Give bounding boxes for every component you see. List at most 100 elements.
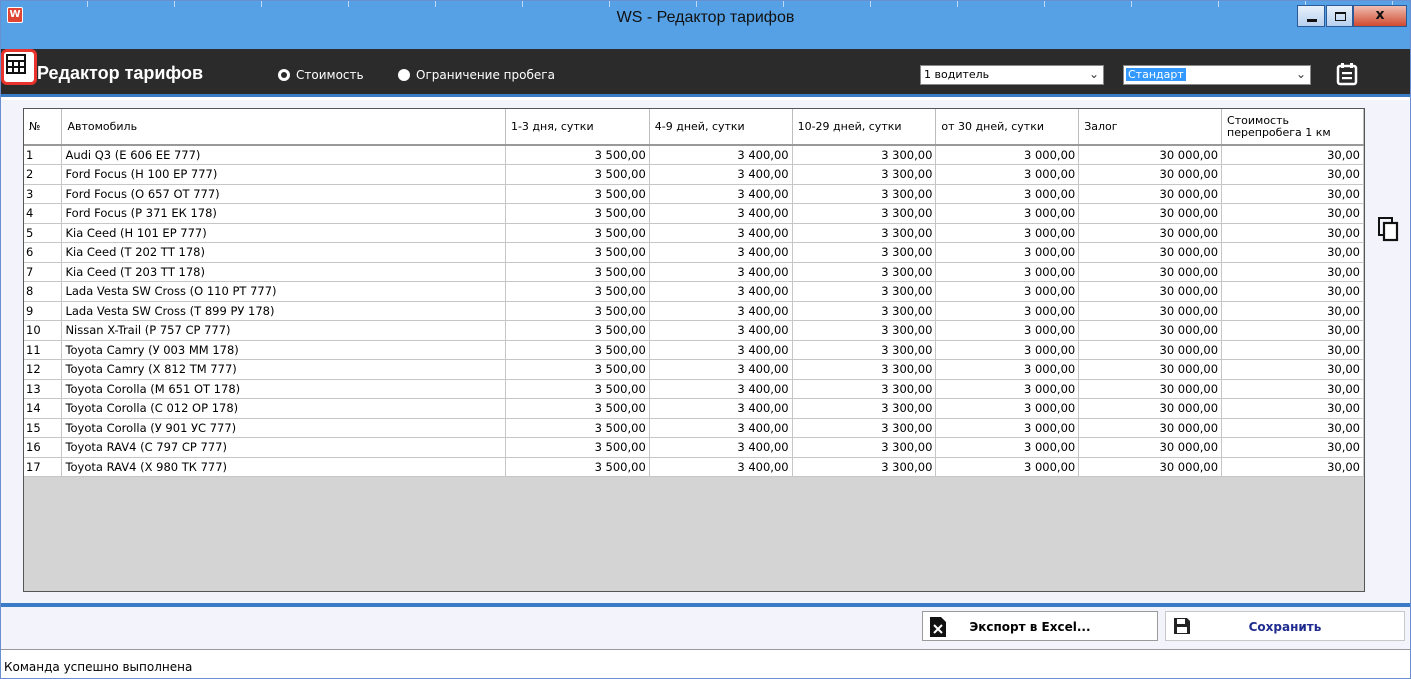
car-name-cell[interactable]: Nissan X-Trail (Р 757 СР 777): [61, 320, 506, 341]
table-row[interactable]: 16 Toyota RAV4 (С 797 СР 777) 3 500,00 3 40…: [24, 437, 1364, 458]
price-cell[interactable]: 3 300,00: [791, 164, 937, 185]
price-cell[interactable]: 3 400,00: [648, 359, 793, 380]
price-cell[interactable]: 3 000,00: [935, 359, 1080, 380]
price-cell[interactable]: 3 400,00: [648, 418, 793, 438]
price-cell[interactable]: 30,00: [1221, 301, 1364, 321]
price-cell[interactable]: 3 500,00: [504, 457, 650, 477]
table-row[interactable]: 2 Ford Focus (Н 100 ЕР 777) 3 500,00 3 400,…: [24, 164, 1364, 185]
column-header[interactable]: Автомобиль: [61, 109, 506, 146]
price-cell[interactable]: 3 300,00: [791, 457, 937, 477]
price-cell[interactable]: 30 000,00: [1078, 242, 1223, 263]
car-name-cell[interactable]: Ford Focus (Р 371 ЕК 178): [61, 203, 506, 224]
table-row[interactable]: 14 Toyota Corolla (С 012 ОР 178) 3 500,00 3…: [24, 398, 1364, 419]
price-cell[interactable]: 3 300,00: [791, 223, 937, 243]
table-row[interactable]: 7 Kia Ceed (Т 203 ТТ 178) 3 500,00 3 400,00…: [24, 262, 1364, 282]
price-cell[interactable]: 3 500,00: [504, 203, 650, 224]
price-cell[interactable]: 30,00: [1221, 418, 1364, 438]
copy-button[interactable]: [1377, 216, 1399, 242]
price-cell[interactable]: 3 400,00: [648, 379, 793, 399]
price-cell[interactable]: 3 400,00: [648, 340, 793, 360]
price-cell[interactable]: 3 400,00: [648, 184, 793, 204]
price-cell[interactable]: 3 000,00: [935, 457, 1080, 477]
price-cell[interactable]: 3 400,00: [648, 262, 793, 282]
price-cell[interactable]: 3 000,00: [935, 301, 1080, 321]
table-row[interactable]: 11 Toyota Camry (У 003 ММ 178) 3 500,00 3 4…: [24, 340, 1364, 360]
price-cell[interactable]: 30 000,00: [1078, 203, 1223, 224]
title-bar[interactable]: W WS - Редактор тарифов x: [1, 1, 1410, 49]
row-number-cell[interactable]: 13: [24, 379, 63, 399]
row-number-cell[interactable]: 15: [24, 418, 63, 438]
car-name-cell[interactable]: Toyota Camry (У 003 ММ 178): [61, 340, 506, 360]
price-cell[interactable]: 30,00: [1221, 457, 1364, 477]
price-cell[interactable]: 30 000,00: [1078, 340, 1223, 360]
price-cell[interactable]: 3 300,00: [791, 379, 937, 399]
price-cell[interactable]: 3 300,00: [791, 418, 937, 438]
price-cell[interactable]: 3 000,00: [935, 418, 1080, 438]
price-cell[interactable]: 3 500,00: [504, 359, 650, 380]
price-cell[interactable]: 30 000,00: [1078, 223, 1223, 243]
table-row[interactable]: 10 Nissan X-Trail (Р 757 СР 777) 3 500,00 3…: [24, 320, 1364, 341]
row-number-cell[interactable]: 5: [24, 223, 63, 243]
price-cell[interactable]: 3 000,00: [935, 379, 1080, 399]
price-cell[interactable]: 30 000,00: [1078, 301, 1223, 321]
price-cell[interactable]: 30,00: [1221, 320, 1364, 341]
price-cell[interactable]: 3 000,00: [935, 145, 1080, 165]
price-cell[interactable]: 3 500,00: [504, 340, 650, 360]
price-cell[interactable]: 30,00: [1221, 340, 1364, 360]
car-name-cell[interactable]: Toyota RAV4 (С 797 СР 777): [61, 437, 506, 458]
price-cell[interactable]: 3 000,00: [935, 281, 1080, 302]
price-cell[interactable]: 30,00: [1221, 164, 1364, 185]
price-cell[interactable]: 30 000,00: [1078, 379, 1223, 399]
column-header[interactable]: Залог: [1078, 109, 1223, 146]
price-cell[interactable]: 3 300,00: [791, 437, 937, 458]
table-row[interactable]: 8 Lada Vesta SW Cross (О 110 РТ 777) 3 500…: [24, 281, 1364, 302]
price-cell[interactable]: 30,00: [1221, 203, 1364, 224]
tariff-plan-select[interactable]: Стандарт ⌄: [1123, 65, 1311, 85]
price-cell[interactable]: 3 000,00: [935, 242, 1080, 263]
table-view-button[interactable]: [1, 49, 37, 85]
radio-cost-indicator[interactable]: [278, 69, 290, 81]
price-cell[interactable]: 30 000,00: [1078, 457, 1223, 477]
price-cell[interactable]: 3 300,00: [791, 242, 937, 263]
price-cell[interactable]: 3 500,00: [504, 145, 650, 165]
car-name-cell[interactable]: Toyota Camry (Х 812 ТМ 777): [61, 359, 506, 380]
row-number-cell[interactable]: 7: [24, 262, 63, 282]
price-cell[interactable]: 30,00: [1221, 437, 1364, 458]
price-cell[interactable]: 3 500,00: [504, 398, 650, 419]
price-cell[interactable]: 3 300,00: [791, 359, 937, 380]
column-header[interactable]: №: [24, 109, 63, 146]
price-cell[interactable]: 3 300,00: [791, 320, 937, 341]
row-number-cell[interactable]: 9: [24, 301, 63, 321]
table-row[interactable]: 13 Toyota Corolla (М 651 ОТ 178) 3 500,00 3…: [24, 379, 1364, 399]
price-cell[interactable]: 3 400,00: [648, 457, 793, 477]
price-cell[interactable]: 3 500,00: [504, 184, 650, 204]
row-number-cell[interactable]: 8: [24, 281, 63, 302]
price-cell[interactable]: 3 500,00: [504, 262, 650, 282]
price-cell[interactable]: 30,00: [1221, 242, 1364, 263]
price-cell[interactable]: 3 400,00: [648, 223, 793, 243]
price-cell[interactable]: 3 500,00: [504, 223, 650, 243]
price-cell[interactable]: 3 300,00: [791, 301, 937, 321]
car-name-cell[interactable]: Ford Focus (О 657 ОТ 777): [61, 184, 506, 204]
price-cell[interactable]: 3 400,00: [648, 242, 793, 263]
price-cell[interactable]: 3 000,00: [935, 262, 1080, 282]
row-number-cell[interactable]: 10: [24, 320, 63, 341]
price-cell[interactable]: 30,00: [1221, 379, 1364, 399]
maximize-button[interactable]: [1326, 5, 1353, 27]
price-cell[interactable]: 3 500,00: [504, 437, 650, 458]
price-cell[interactable]: 3 300,00: [791, 184, 937, 204]
column-header[interactable]: 10-29 дней, сутки: [792, 109, 937, 146]
price-cell[interactable]: 3 500,00: [504, 320, 650, 341]
radio-mileage-indicator[interactable]: [398, 69, 410, 81]
row-number-cell[interactable]: 11: [24, 340, 63, 360]
price-cell[interactable]: 3 400,00: [648, 164, 793, 185]
table-row[interactable]: 12 Toyota Camry (Х 812 ТМ 777) 3 500,00 3 4…: [24, 359, 1364, 380]
price-cell[interactable]: 3 400,00: [648, 437, 793, 458]
price-cell[interactable]: 3 400,00: [648, 398, 793, 419]
car-name-cell[interactable]: Lada Vesta SW Cross (О 110 РТ 777): [61, 281, 506, 302]
table-row[interactable]: 1 Audi Q3 (Е 606 ЕЕ 777) 3 500,00 3 400,00 3…: [24, 145, 1364, 165]
column-header[interactable]: от 30 дней, сутки: [935, 109, 1080, 146]
price-cell[interactable]: 30,00: [1221, 145, 1364, 165]
price-cell[interactable]: 30,00: [1221, 184, 1364, 204]
table-row[interactable]: 6 Kia Ceed (Т 202 ТТ 178) 3 500,00 3 400,00…: [24, 242, 1364, 263]
